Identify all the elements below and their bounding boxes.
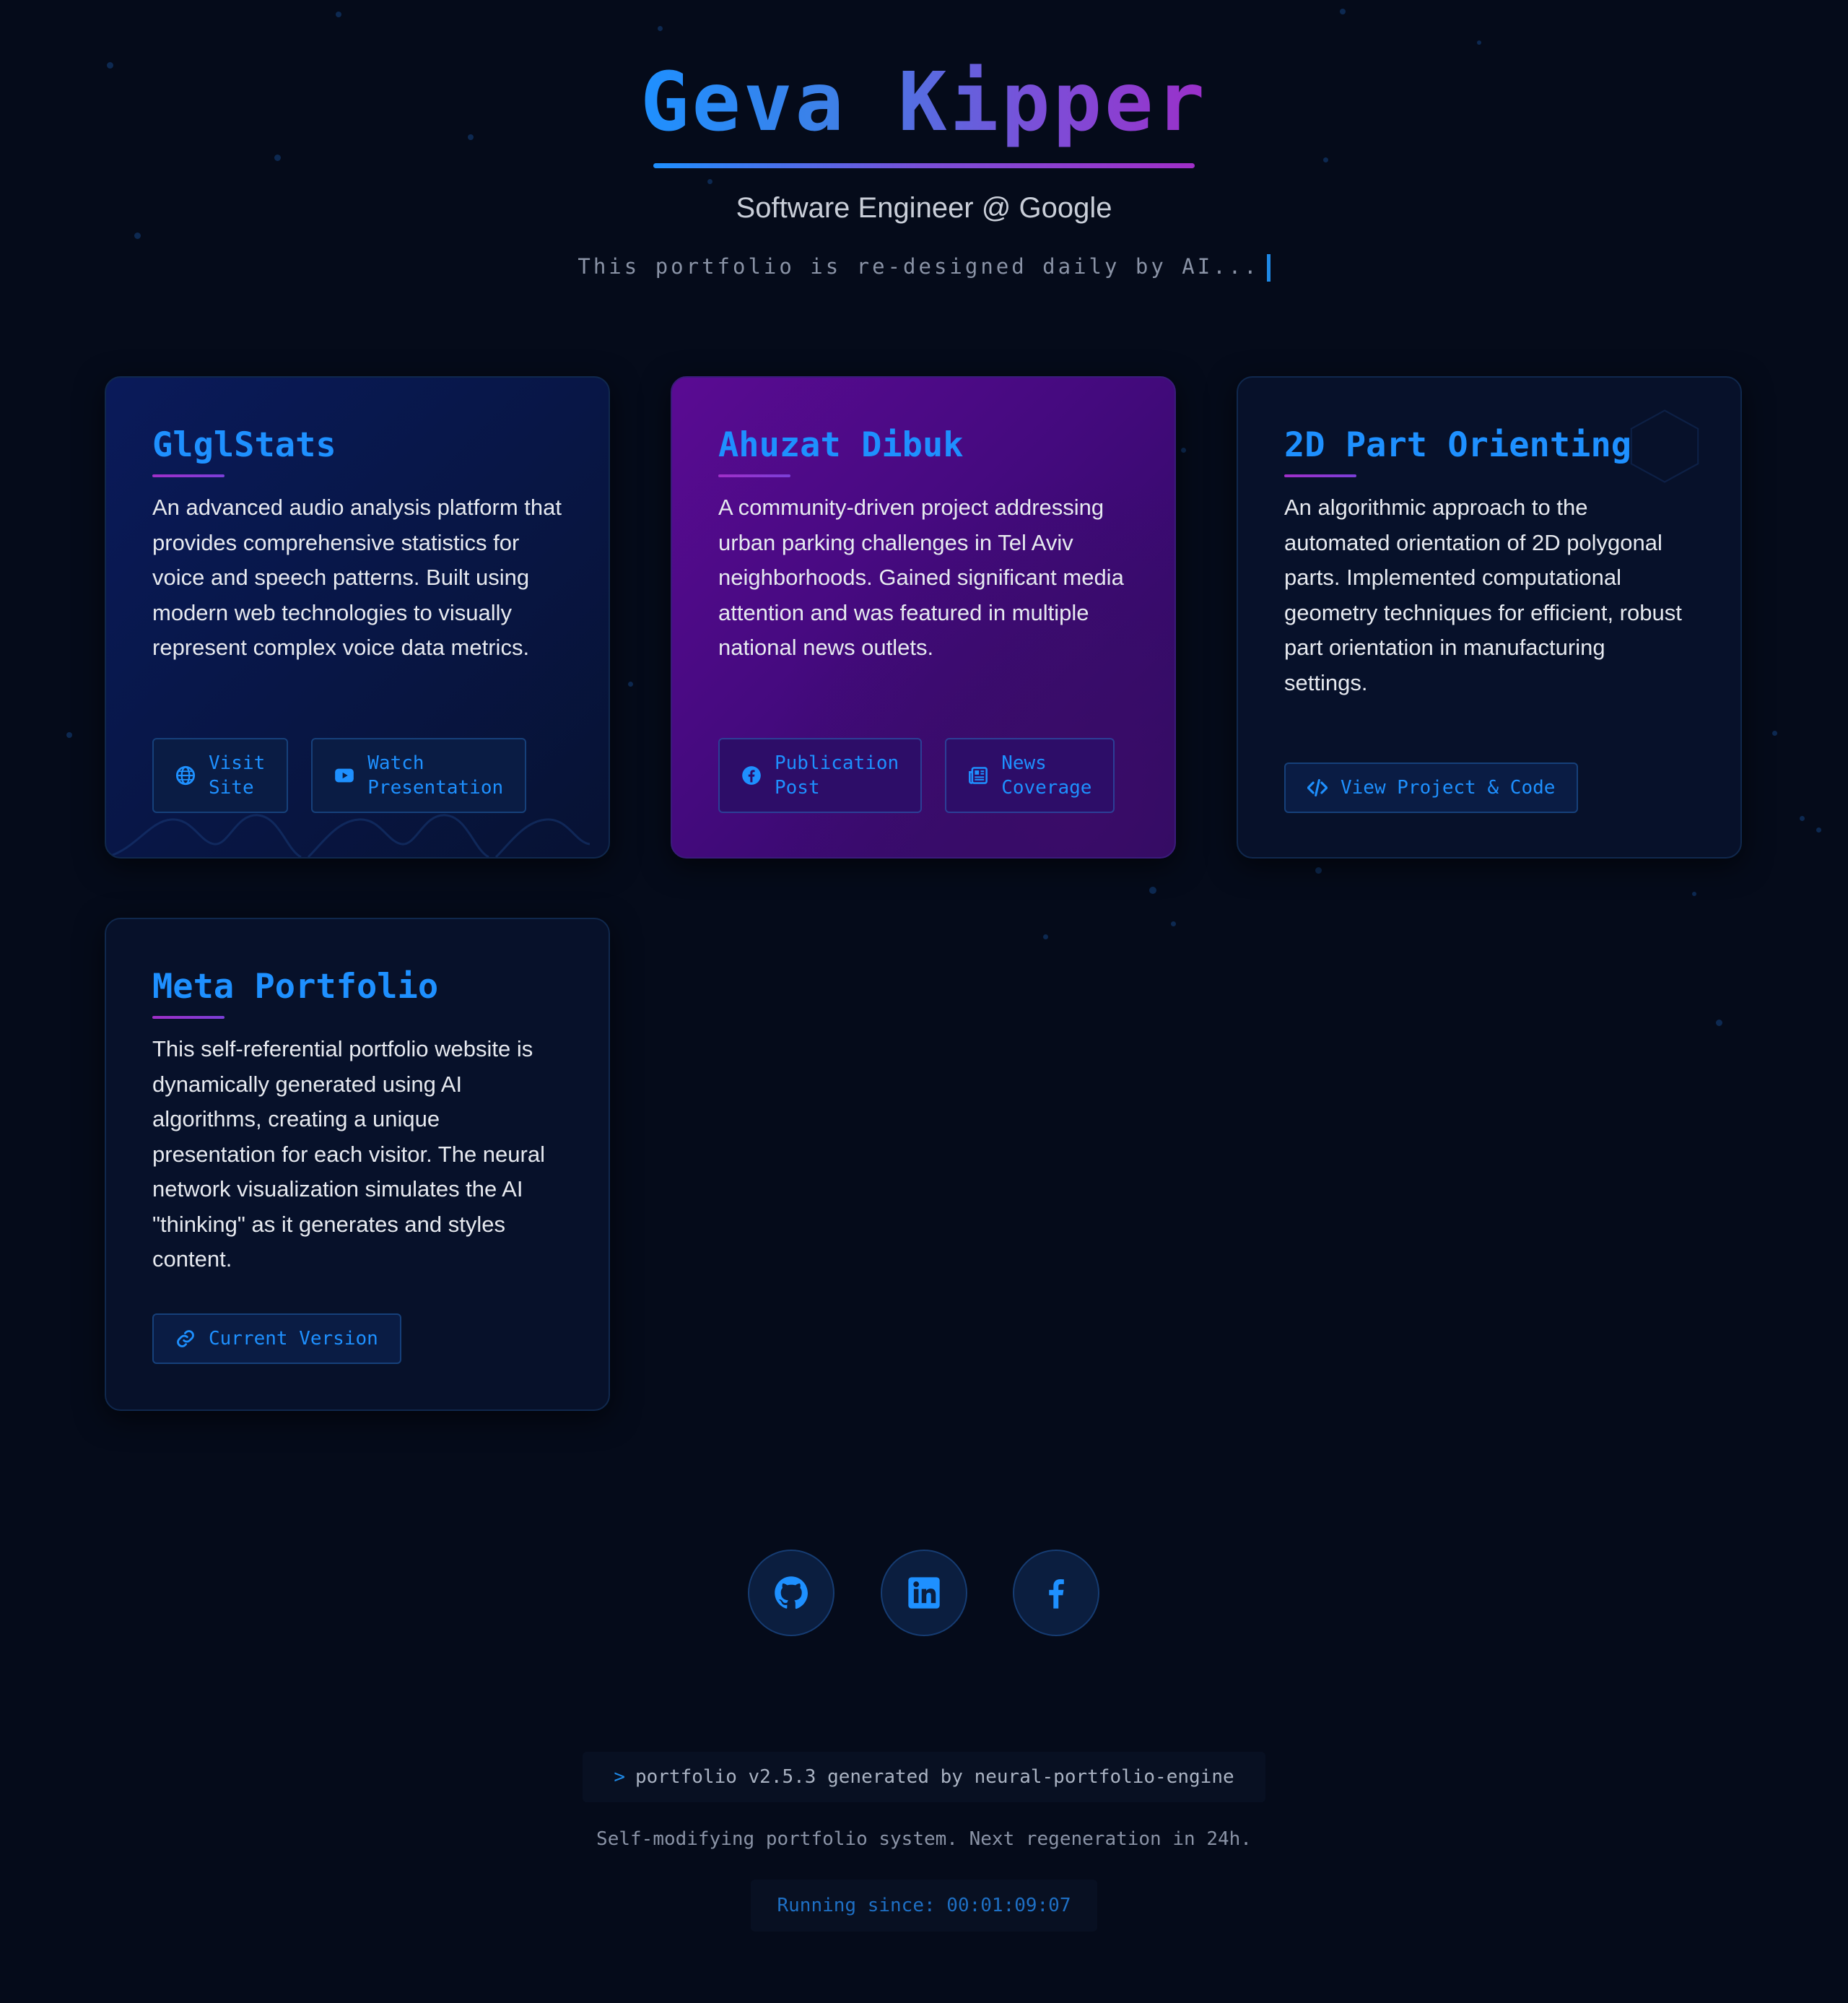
project-links: View Project & Code	[1284, 762, 1579, 813]
facebook-icon	[742, 766, 761, 785]
audio-waveform-decoration	[106, 814, 590, 857]
globe-icon	[175, 765, 196, 786]
project-title: Meta Portfolio	[152, 967, 439, 1007]
page-title: Geva Kipper	[640, 56, 1208, 149]
project-card-glglstats: GlglStats An advanced audio analysis pla…	[105, 376, 610, 859]
tagline: This portfolio is re-designed daily by A…	[0, 254, 1848, 282]
code-icon	[1307, 778, 1328, 797]
github-link[interactable]	[748, 1550, 834, 1636]
project-description: An algorithmic approach to the automated…	[1284, 495, 1682, 695]
link-icon	[177, 1330, 194, 1347]
regeneration-note: Self-modifying portfolio system. Next re…	[596, 1828, 1252, 1850]
linkedin-link[interactable]	[881, 1550, 967, 1636]
project-card-ahuzat-dibuk: Ahuzat Dibuk A community-driven project …	[671, 376, 1176, 859]
facebook-link[interactable]	[1013, 1550, 1099, 1636]
project-card-meta-portfolio: Meta Portfolio This self-referential por…	[105, 918, 610, 1411]
title-rule	[718, 474, 790, 477]
project-title: Ahuzat Dibuk	[718, 425, 964, 465]
project-title: GlglStats	[152, 425, 336, 465]
project-description: This self-referential portfolio website …	[152, 1036, 545, 1272]
current-version-button[interactable]: Current Version	[152, 1313, 401, 1364]
typing-cursor	[1266, 254, 1270, 282]
github-icon	[775, 1576, 808, 1609]
project-links: Current Version	[152, 1313, 401, 1364]
button-label: Publication Post	[775, 752, 899, 799]
job-title: Software Engineer @ Google	[736, 192, 1112, 224]
project-card-2d-part-orienting: 2D Part Orienting An algorithmic approac…	[1237, 376, 1742, 859]
polygon-decoration	[1630, 409, 1699, 483]
news-coverage-button[interactable]: News Coverage	[945, 738, 1115, 813]
title-rule	[152, 1016, 225, 1019]
running-timer: Running since: 00:01:09:07	[751, 1880, 1097, 1932]
project-description: An advanced audio analysis platform that…	[152, 495, 562, 660]
button-label: Visit Site	[209, 752, 266, 799]
button-label: View Project & Code	[1341, 777, 1556, 799]
publication-post-button[interactable]: Publication Post	[718, 738, 923, 813]
facebook-icon	[1049, 1579, 1064, 1609]
button-label: News Coverage	[1001, 752, 1092, 799]
project-links: Publication Post News Coverage	[718, 738, 1115, 813]
title-rule	[1284, 474, 1356, 477]
view-project-code-button[interactable]: View Project & Code	[1284, 762, 1579, 813]
button-label: Current Version	[209, 1328, 378, 1350]
linkedin-icon	[908, 1577, 940, 1609]
youtube-icon	[335, 768, 354, 783]
newspaper-icon	[969, 767, 988, 784]
version-command-line: > portfolio v2.5.3 generated by neural-p…	[583, 1752, 1265, 1802]
version-text: portfolio v2.5.3 generated by neural-por…	[635, 1766, 1234, 1788]
social-links	[0, 1550, 1848, 1636]
title-underline	[653, 163, 1195, 168]
terminal-prompt: >	[614, 1766, 625, 1788]
title-rule	[152, 474, 225, 477]
button-label: Watch Presentation	[367, 752, 504, 799]
project-description: A community-driven project addressing ur…	[718, 495, 1124, 660]
